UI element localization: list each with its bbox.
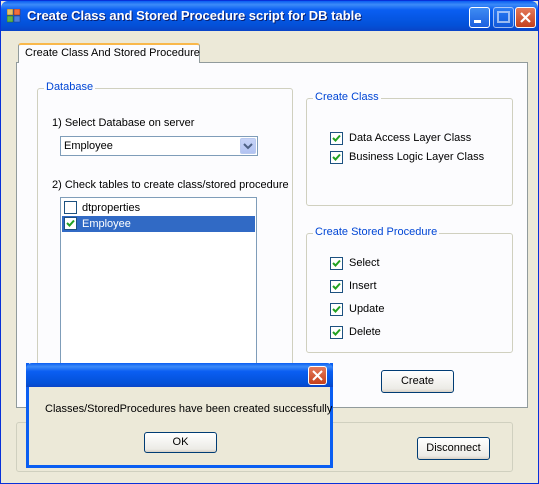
checkbox-label: Select <box>349 257 380 269</box>
tab-create-class-and-sp[interactable]: Create Class And Stored Procedure <box>18 43 200 63</box>
list-item-label: Employee <box>82 218 131 230</box>
close-icon <box>520 12 531 23</box>
checkbox[interactable] <box>330 326 343 339</box>
checkbox[interactable] <box>330 132 343 145</box>
checkmark-icon <box>332 259 341 267</box>
checkmark-icon <box>66 219 75 227</box>
close-icon <box>312 370 323 381</box>
table-checkbox-dtproperties[interactable] <box>64 201 77 214</box>
checkbox[interactable] <box>330 257 343 270</box>
database-group-label: Database <box>44 81 96 93</box>
checkbox-label: Data Access Layer Class <box>349 132 472 144</box>
list-item-label: dtproperties <box>82 202 141 214</box>
disconnect-button-label: Disconnect <box>426 442 481 454</box>
ok-button[interactable]: OK <box>144 432 217 453</box>
message-text: Classes/StoredProcedures have been creat… <box>45 403 333 415</box>
create-button[interactable]: Create <box>381 370 454 393</box>
checkbox[interactable] <box>330 303 343 316</box>
database-combobox[interactable]: Employee <box>60 136 258 156</box>
list-item[interactable]: Employee <box>62 216 255 232</box>
window-title: Create Class and Stored Procedure script… <box>27 8 362 23</box>
ok-button-label: OK <box>172 436 189 448</box>
checkbox-label: Update <box>349 303 385 315</box>
checkmark-icon <box>332 305 341 313</box>
checkmark-icon <box>332 328 341 336</box>
database-combobox-value: Employee <box>64 140 113 152</box>
checkbox-label: Delete <box>349 326 381 338</box>
select-database-label: 1) Select Database on server <box>52 117 195 129</box>
maximize-icon <box>497 11 510 23</box>
checkmark-icon <box>332 134 341 142</box>
create-class-group-label: Create Class <box>313 91 381 103</box>
create-sp-group-label: Create Stored Procedure <box>313 226 440 238</box>
message-box-title-bar[interactable] <box>26 363 333 387</box>
check-tables-label: 2) Check tables to create class/stored p… <box>52 179 289 191</box>
create-button-label: Create <box>400 375 435 387</box>
minimize-button[interactable] <box>469 7 490 28</box>
tables-listbox[interactable]: dtproperties Employee <box>60 197 257 367</box>
minimize-icon <box>474 20 481 23</box>
tab-label: Create Class And Stored Procedure <box>25 47 200 59</box>
checkbox-label: Insert <box>349 280 377 292</box>
maximize-button[interactable] <box>493 7 514 28</box>
close-button[interactable] <box>515 7 536 28</box>
table-checkbox-employee[interactable] <box>64 217 77 230</box>
main-window: Create Class and Stored Procedure script… <box>0 0 539 484</box>
list-item[interactable]: dtproperties <box>62 200 255 216</box>
message-box: Classes/StoredProcedures have been creat… <box>26 363 333 468</box>
checkbox[interactable] <box>330 280 343 293</box>
checkmark-icon <box>332 282 341 290</box>
checkmark-icon <box>332 153 341 161</box>
chevron-down-icon <box>243 143 253 150</box>
message-box-close-button[interactable] <box>308 366 327 385</box>
title-bar[interactable]: Create Class and Stored Procedure script… <box>1 1 538 31</box>
disconnect-button[interactable]: Disconnect <box>417 437 490 460</box>
checkbox-label: Business Logic Layer Class <box>349 151 485 163</box>
combobox-dropdown-button[interactable] <box>240 138 256 154</box>
app-window-icon <box>7 9 21 23</box>
checkbox[interactable] <box>330 151 343 164</box>
